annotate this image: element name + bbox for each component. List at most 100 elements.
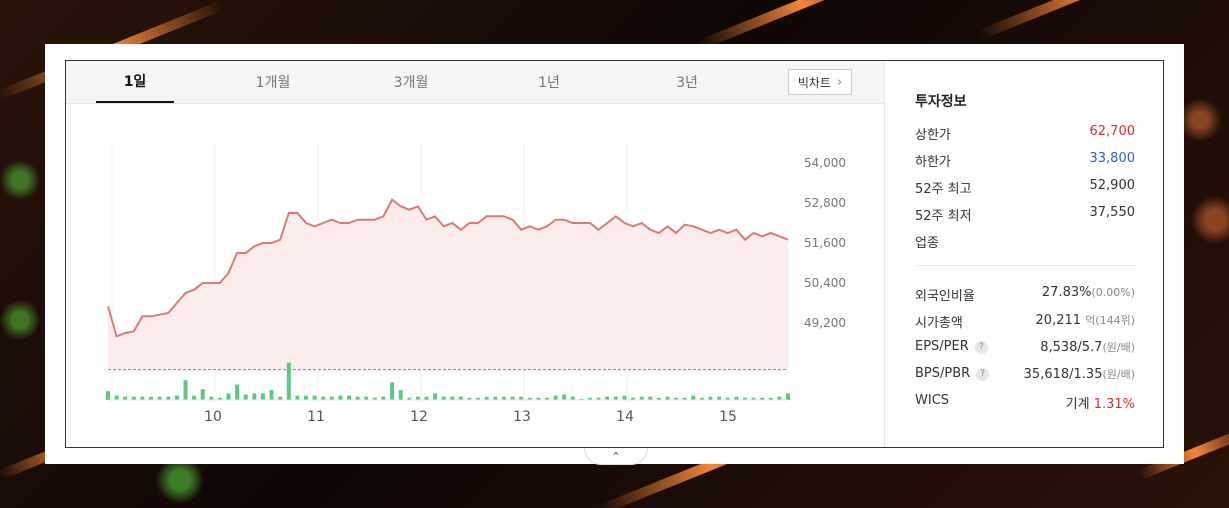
week52-high-row: 52주 최고 52,900 xyxy=(915,178,1135,198)
eps-per-unit: (원/배) xyxy=(1102,341,1135,354)
y-tick-label: 50,400 xyxy=(804,276,846,290)
market-cap-unit: 억 xyxy=(1085,314,1096,327)
tab-1d[interactable]: 1일 xyxy=(96,61,174,103)
help-icon[interactable]: ? xyxy=(974,341,988,354)
price-chart: 54,000 52,800 51,600 50,400 49,200 10 11 12 13 14… xyxy=(106,143,846,425)
chart-area: 1일 1개월 3개월 1년 3년 빅차트 › 54,000 52,800 51,60… xyxy=(66,61,884,447)
stock-panel: 1일 1개월 3개월 1년 3년 빅차트 › 54,000 52,800 51,60… xyxy=(65,60,1164,448)
industry-label[interactable]: 업종 xyxy=(915,232,939,251)
y-tick-label: 51,600 xyxy=(804,236,846,250)
tab-1y[interactable]: 1년 xyxy=(510,61,588,103)
volume-bar xyxy=(433,393,438,400)
volume-bar xyxy=(622,395,627,400)
wics-change: 1.31% xyxy=(1093,397,1135,412)
volume-bar xyxy=(691,395,696,400)
volume-bar xyxy=(286,362,291,400)
volume-bar xyxy=(347,395,351,400)
volume-bar xyxy=(312,395,317,400)
volume-bar xyxy=(553,395,558,400)
info-title: 투자정보 xyxy=(915,94,967,110)
volume-bar xyxy=(252,393,257,400)
bg-streak xyxy=(698,0,906,50)
volume-bar xyxy=(243,394,248,400)
volume-bar xyxy=(390,382,395,400)
bg-streak xyxy=(978,0,1205,40)
tab-3y[interactable]: 3년 xyxy=(648,61,726,103)
help-icon[interactable]: ? xyxy=(976,368,990,381)
volume-bar xyxy=(183,380,188,400)
x-tick-label: 15 xyxy=(719,409,737,425)
market-cap-value: 20,211 xyxy=(1035,313,1082,328)
volume-bar xyxy=(786,393,790,400)
big-chart-button[interactable]: 빅차트 › xyxy=(788,69,852,95)
upper-limit-value: 62,700 xyxy=(1089,124,1136,139)
chevron-right-icon: › xyxy=(836,74,843,90)
bps-pbr-label: BPS/PBR xyxy=(915,366,971,381)
x-tick-label: 13 xyxy=(513,409,531,425)
foreign-ratio-value: 27.83% xyxy=(1041,285,1092,300)
volume-bar xyxy=(338,395,343,400)
tab-3m[interactable]: 3개월 xyxy=(372,61,450,103)
volume-bar xyxy=(304,395,308,400)
y-tick-label: 54,000 xyxy=(804,156,846,170)
collapse-toggle-button[interactable]: ⌃ xyxy=(584,448,648,465)
volume-bar xyxy=(106,391,110,400)
tab-1m[interactable]: 1개월 xyxy=(234,61,312,103)
week52-low-value: 37,550 xyxy=(1089,205,1136,220)
lower-limit-label: 하한가 xyxy=(915,155,951,170)
chevron-up-icon: ⌃ xyxy=(611,449,621,463)
market-cap-value-wrap: 20,211 억(144위) xyxy=(1036,312,1135,328)
x-tick-label: 10 xyxy=(204,409,222,425)
period-tabs: 1일 1개월 3개월 1년 3년 빅차트 › xyxy=(66,61,884,104)
volume-bar xyxy=(260,393,265,400)
volume-bar xyxy=(295,395,300,400)
x-tick-label: 14 xyxy=(616,409,634,425)
volume-bar xyxy=(114,395,119,400)
eps-per-value: 8,538/5.7 xyxy=(1040,340,1103,355)
volume-bar xyxy=(200,389,205,400)
eps-per-label: EPS/PER xyxy=(915,339,969,354)
foreign-ratio-change: (0.00%) xyxy=(1091,286,1135,299)
foreign-ratio-value-wrap: 27.83%(0.00%) xyxy=(1042,285,1135,300)
upper-limit-row: 상한가 62,700 xyxy=(915,124,1135,144)
wics-value: 기계 xyxy=(1065,397,1090,412)
lower-limit-value: 33,800 xyxy=(1089,151,1136,166)
bps-pbr-unit: (원/배) xyxy=(1102,368,1135,381)
bps-pbr-row: BPS/PBR? 35,618/1.35(원/배) xyxy=(915,366,1135,386)
volume-bar xyxy=(226,393,231,400)
wics-value-wrap[interactable]: 기계 1.31% xyxy=(1066,393,1135,412)
lower-limit-row: 하한가 33,800 xyxy=(915,151,1135,171)
week52-high-value: 52,900 xyxy=(1089,178,1136,193)
bps-pbr-value: 35,618/1.35 xyxy=(1023,367,1103,382)
volume-bar xyxy=(398,390,403,400)
volume-bar xyxy=(235,384,240,400)
wics-label: WICS xyxy=(915,393,950,408)
foreign-ratio-label: 외국인비율 xyxy=(915,289,975,304)
investment-info-panel: 투자정보 상한가 62,700 하한가 33,800 52주 최고 52,900… xyxy=(884,61,1163,447)
market-cap-row: 시가총액 20,211 억(144위) xyxy=(915,312,1135,332)
foreign-ratio-row: 외국인비율 27.83%(0.00%) xyxy=(915,285,1135,305)
week52-high-label: 52주 최고 xyxy=(915,182,972,197)
y-tick-label: 49,200 xyxy=(804,316,846,330)
bps-pbr-value-wrap: 35,618/1.35(원/배) xyxy=(1024,366,1135,382)
volume-bar xyxy=(562,394,567,400)
wics-row: WICS 기계 1.31% xyxy=(915,393,1135,413)
bps-pbr-label-wrap: BPS/PBR? xyxy=(915,366,990,381)
eps-per-label-wrap: EPS/PER? xyxy=(915,339,988,354)
week52-low-label: 52주 최저 xyxy=(915,209,972,224)
eps-per-value-wrap: 8,538/5.7(원/배) xyxy=(1040,339,1135,355)
eps-per-row: EPS/PER? 8,538/5.7(원/배) xyxy=(915,339,1135,359)
x-tick-label: 12 xyxy=(410,409,428,425)
market-cap-label: 시가총액 xyxy=(915,316,963,331)
market-cap-rank: (144위) xyxy=(1095,314,1135,327)
upper-limit-label: 상한가 xyxy=(915,128,951,143)
divider xyxy=(915,265,1135,266)
x-tick-label: 11 xyxy=(307,409,325,425)
volume-bar xyxy=(192,395,197,400)
volume-bar xyxy=(269,390,274,400)
industry-row: 업종 xyxy=(915,232,1135,252)
y-tick-label: 52,800 xyxy=(804,196,846,210)
volume-bar xyxy=(174,395,179,400)
week52-low-row: 52주 최저 37,550 xyxy=(915,205,1135,225)
big-chart-label: 빅차트 xyxy=(797,75,831,90)
